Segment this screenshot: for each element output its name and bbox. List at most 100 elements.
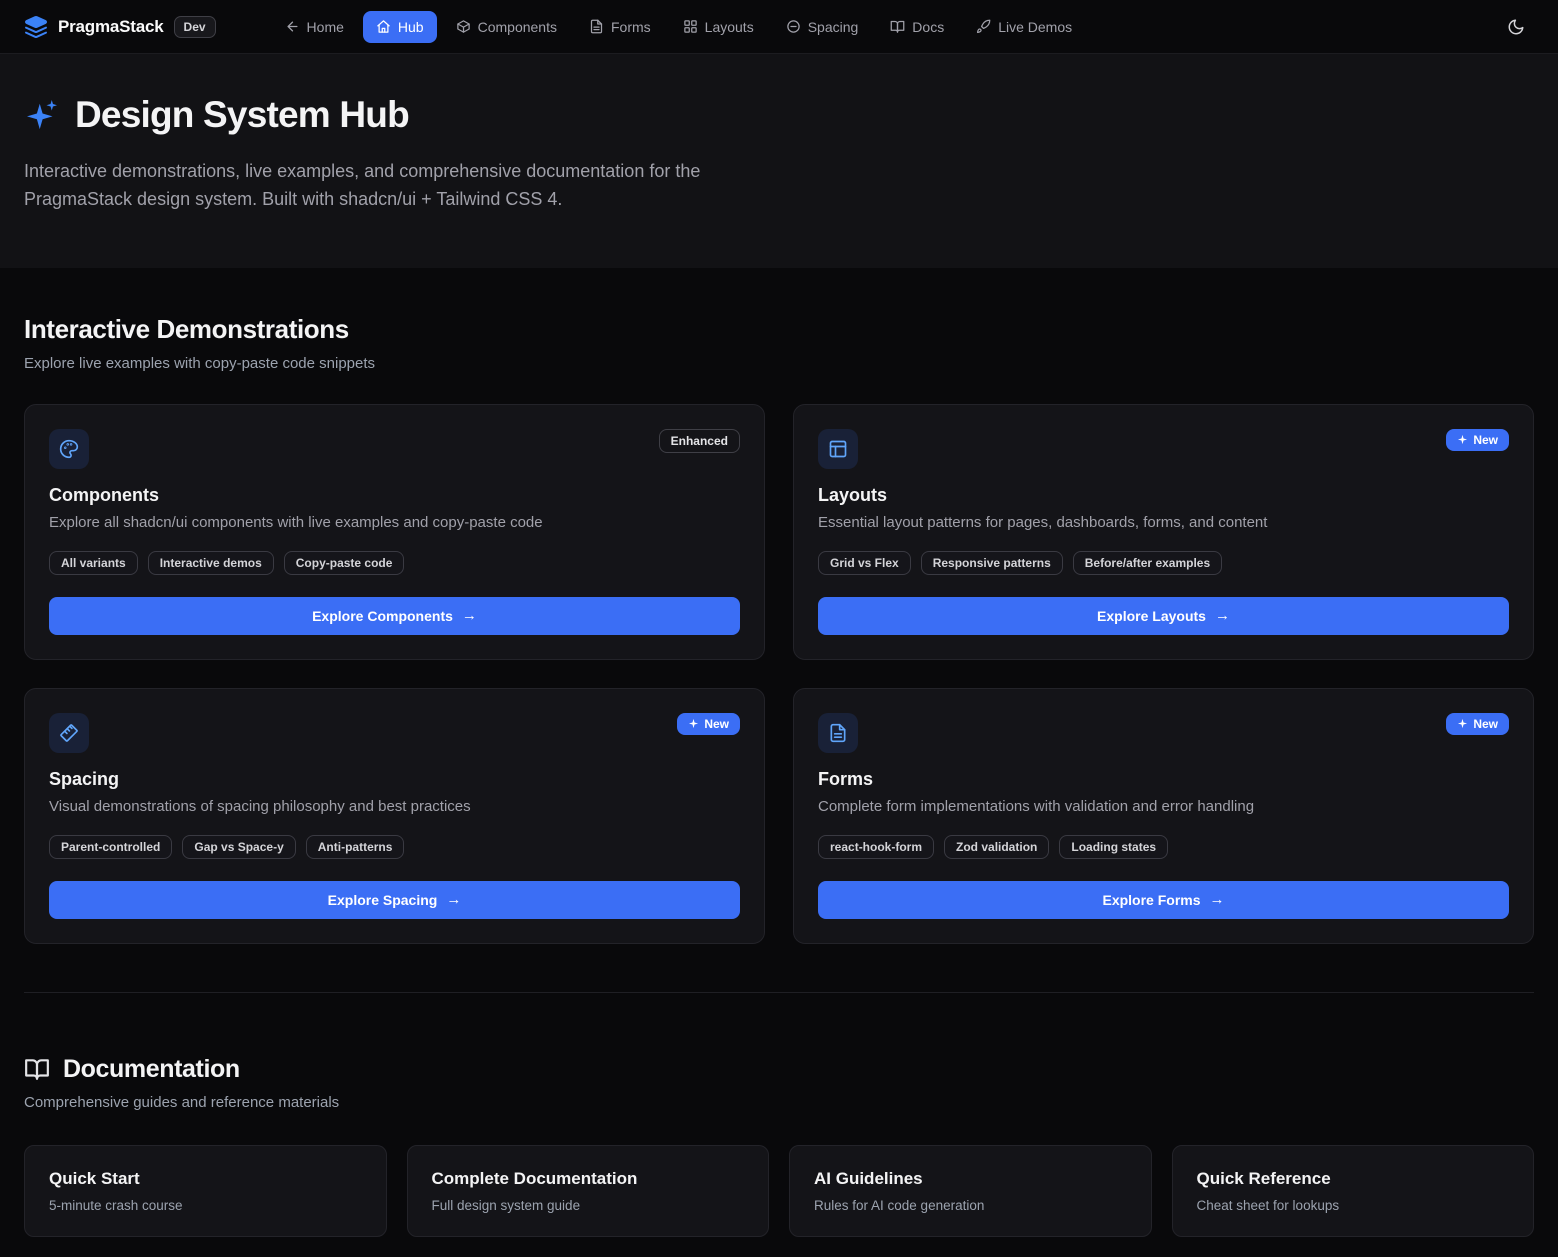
sparkle-icon (688, 718, 699, 729)
env-badge: Dev (174, 16, 216, 38)
rocket-icon (976, 19, 991, 34)
badge-label: New (1473, 433, 1498, 447)
nav-item-hub[interactable]: Hub (363, 11, 437, 43)
demo-card-spacing: New Spacing Visual demonstrations of spa… (24, 688, 765, 944)
new-badge: New (677, 713, 740, 735)
cta-label: Explore Spacing (328, 892, 438, 908)
tag-badge: Gap vs Space-y (182, 835, 295, 859)
home-icon (376, 19, 391, 34)
tag-badge: Before/after examples (1073, 551, 1222, 575)
brand[interactable]: PragmaStack Dev (24, 15, 216, 39)
tag-badge: Copy-paste code (284, 551, 405, 575)
tag-badge: Zod validation (944, 835, 1049, 859)
explore-components-button[interactable]: Explore Components → (49, 597, 740, 635)
nav-item-label: Docs (912, 19, 944, 35)
nav-item-label: Home (307, 19, 344, 35)
nav-item-home[interactable]: Home (272, 11, 357, 43)
nav-item-label: Hub (398, 19, 424, 35)
nav-item-label: Components (478, 19, 557, 35)
doc-card-ai-guidelines[interactable]: AI Guidelines Rules for AI code generati… (789, 1145, 1152, 1237)
tag-badge: Loading states (1059, 835, 1168, 859)
tag-badge: Grid vs Flex (818, 551, 911, 575)
sparkle-icon (1457, 434, 1468, 445)
palette-icon (49, 429, 89, 469)
tag-row: Grid vs Flex Responsive patterns Before/… (818, 551, 1509, 575)
file-text-icon (589, 19, 604, 34)
book-open-icon (890, 19, 905, 34)
doc-card-title: Quick Start (49, 1169, 362, 1189)
new-badge: New (1446, 713, 1509, 735)
arrow-right-icon: → (1210, 892, 1225, 907)
hero-section: Design System Hub Interactive demonstrat… (0, 54, 1558, 268)
page-subtitle: Interactive demonstrations, live example… (24, 158, 769, 214)
doc-card-description: 5-minute crash course (49, 1198, 362, 1213)
main-nav: Home Hub Components Forms Layouts Spacin… (272, 11, 1086, 43)
file-text-icon (818, 713, 858, 753)
badge-label: New (1473, 717, 1498, 731)
cta-label: Explore Components (312, 608, 453, 624)
enhanced-badge: Enhanced (659, 429, 740, 453)
card-title: Spacing (49, 769, 740, 790)
nav-item-live-demos[interactable]: Live Demos (963, 11, 1085, 43)
package-icon (456, 19, 471, 34)
layout-panels-icon (818, 429, 858, 469)
nav-item-docs[interactable]: Docs (877, 11, 957, 43)
documentation-section: Documentation Comprehensive guides and r… (0, 993, 1558, 1257)
arrow-right-icon: → (1215, 608, 1230, 623)
layers-logo-icon (24, 15, 48, 39)
doc-card-quick-reference[interactable]: Quick Reference Cheat sheet for lookups (1172, 1145, 1535, 1237)
new-badge: New (1446, 429, 1509, 451)
card-title: Forms (818, 769, 1509, 790)
tag-badge: react-hook-form (818, 835, 934, 859)
demo-card-layouts: New Layouts Essential layout patterns fo… (793, 404, 1534, 660)
theme-toggle-button[interactable] (1498, 9, 1534, 45)
tag-row: Parent-controlled Gap vs Space-y Anti-pa… (49, 835, 740, 859)
demos-heading: Interactive Demonstrations (24, 314, 1534, 345)
card-description: Explore all shadcn/ui components with li… (49, 514, 740, 531)
docs-subheading: Comprehensive guides and reference mater… (24, 1094, 1534, 1111)
tag-row: All variants Interactive demos Copy-past… (49, 551, 740, 575)
badge-label: New (704, 717, 729, 731)
nav-item-components[interactable]: Components (443, 11, 570, 43)
tag-row: react-hook-form Zod validation Loading s… (818, 835, 1509, 859)
nav-item-forms[interactable]: Forms (576, 11, 664, 43)
tag-badge: Interactive demos (148, 551, 274, 575)
docs-heading: Documentation (63, 1055, 240, 1084)
top-navbar: PragmaStack Dev Home Hub Components Form… (0, 0, 1558, 54)
doc-card-complete-documentation[interactable]: Complete Documentation Full design syste… (407, 1145, 770, 1237)
cta-label: Explore Forms (1102, 892, 1200, 908)
card-description: Visual demonstrations of spacing philoso… (49, 798, 740, 815)
ruler-icon (49, 713, 89, 753)
card-description: Essential layout patterns for pages, das… (818, 514, 1509, 531)
demo-card-forms: New Forms Complete form implementations … (793, 688, 1534, 944)
doc-card-title: Quick Reference (1197, 1169, 1510, 1189)
docs-cards-grid: Quick Start 5-minute crash course Comple… (24, 1145, 1534, 1257)
explore-spacing-button[interactable]: Explore Spacing → (49, 881, 740, 919)
tag-badge: All variants (49, 551, 138, 575)
card-title: Components (49, 485, 740, 506)
nav-item-layouts[interactable]: Layouts (670, 11, 767, 43)
nav-item-label: Layouts (705, 19, 754, 35)
explore-layouts-button[interactable]: Explore Layouts → (818, 597, 1509, 635)
doc-card-description: Cheat sheet for lookups (1197, 1198, 1510, 1213)
page-title: Design System Hub (75, 94, 409, 136)
moon-icon (1507, 18, 1525, 36)
nav-item-label: Forms (611, 19, 651, 35)
sparkle-icon (1457, 718, 1468, 729)
arrow-left-icon (285, 19, 300, 34)
tag-badge: Anti-patterns (306, 835, 405, 859)
demo-cards-grid: Enhanced Components Explore all shadcn/u… (24, 404, 1534, 944)
tag-badge: Parent-controlled (49, 835, 172, 859)
card-title: Layouts (818, 485, 1509, 506)
tag-badge: Responsive patterns (921, 551, 1063, 575)
nav-item-label: Spacing (808, 19, 859, 35)
nav-item-label: Live Demos (998, 19, 1072, 35)
arrow-right-icon: → (446, 892, 461, 907)
explore-forms-button[interactable]: Explore Forms → (818, 881, 1509, 919)
nav-item-spacing[interactable]: Spacing (773, 11, 872, 43)
doc-card-description: Rules for AI code generation (814, 1198, 1127, 1213)
doc-card-quick-start[interactable]: Quick Start 5-minute crash course (24, 1145, 387, 1237)
brand-name: PragmaStack (58, 17, 164, 37)
doc-card-title: Complete Documentation (432, 1169, 745, 1189)
card-description: Complete form implementations with valid… (818, 798, 1509, 815)
